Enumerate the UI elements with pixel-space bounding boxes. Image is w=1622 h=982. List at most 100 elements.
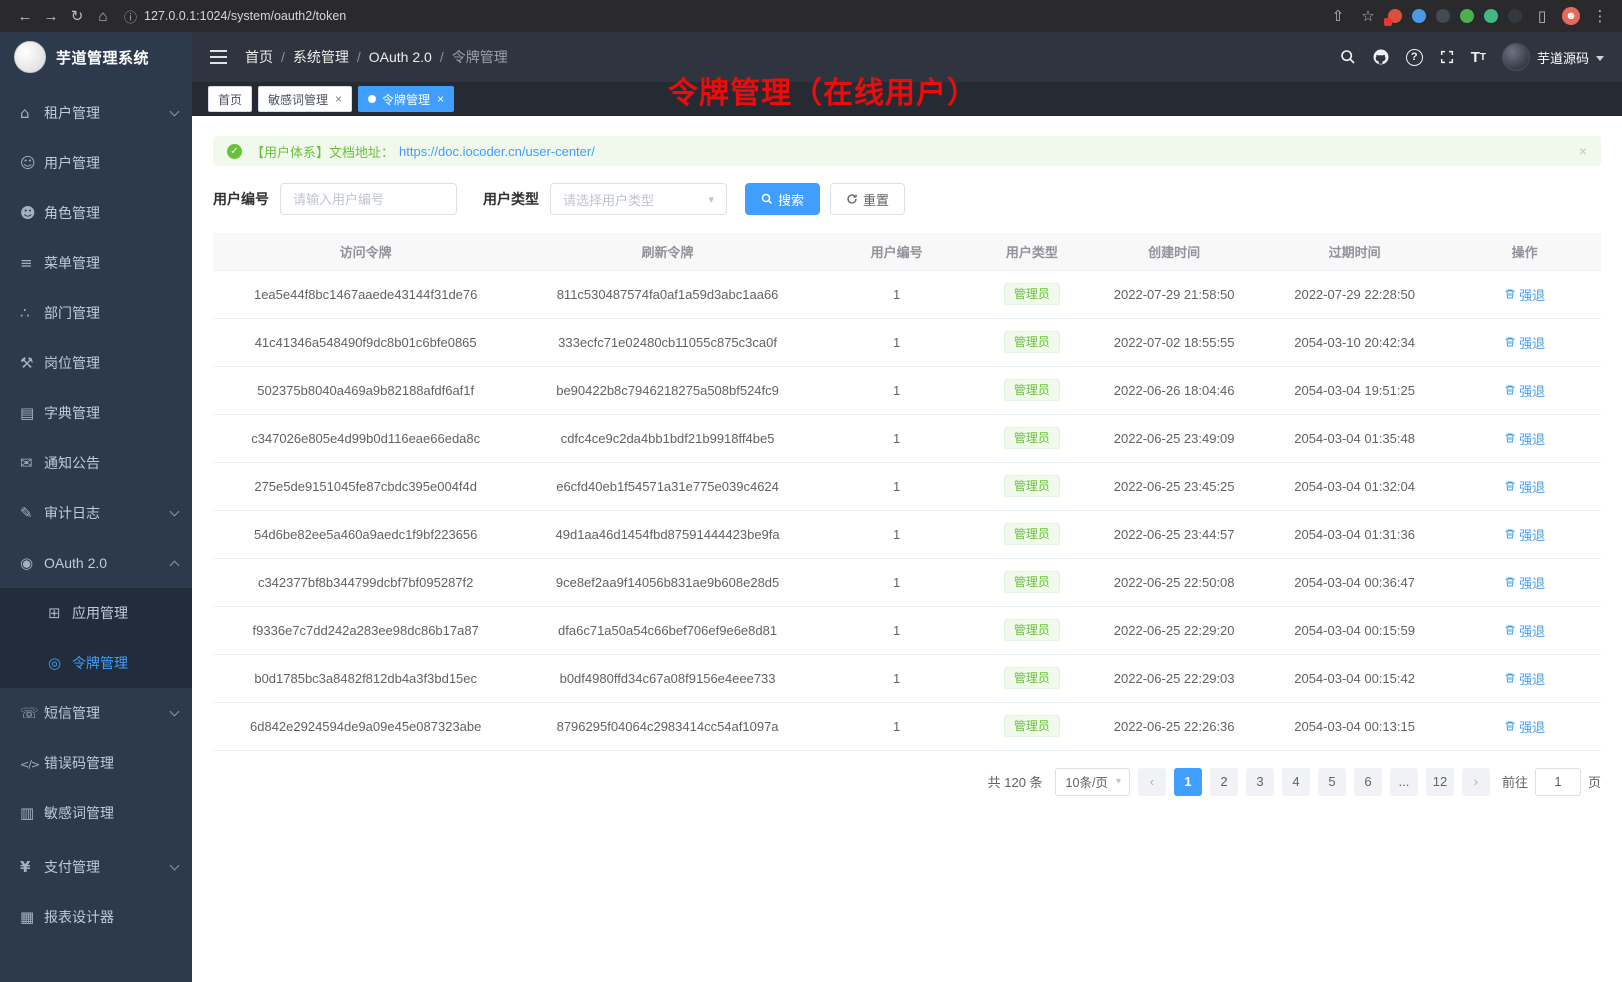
sidebar-item-sms[interactable]: 短信管理 — [0, 688, 192, 738]
sidebar-item-audit-log[interactable]: 审计日志 — [0, 488, 192, 538]
column-access-token: 访问令牌 — [213, 233, 518, 270]
user-id-input[interactable] — [280, 183, 457, 215]
access-token-cell: 502375b8040a469a9b82188afdf6af1f — [213, 366, 518, 414]
breadcrumb-oauth[interactable]: OAuth 2.0 — [369, 49, 432, 65]
force-logout-button[interactable]: 强退 — [1504, 621, 1545, 640]
sidebar-item-label: 通知公告 — [44, 453, 178, 473]
app-management-icon — [48, 604, 72, 622]
force-logout-button[interactable]: 强退 — [1504, 477, 1545, 496]
breadcrumb-home[interactable]: 首页 — [245, 47, 273, 67]
sidebar-item-payment[interactable]: 支付管理 — [0, 842, 192, 892]
browser-profile-avatar[interactable]: ☻ — [1562, 7, 1580, 25]
force-logout-button[interactable]: 强退 — [1504, 285, 1545, 304]
close-icon[interactable]: × — [335, 92, 342, 106]
share-icon[interactable]: ⇧ — [1328, 7, 1348, 25]
more-pages-button[interactable]: ... — [1390, 768, 1418, 796]
page-button[interactable]: 4 — [1282, 768, 1310, 796]
user-type-badge: 管理员 — [1004, 379, 1060, 401]
font-size-icon[interactable]: TT — [1471, 49, 1486, 66]
help-icon[interactable]: ? — [1406, 49, 1423, 66]
force-logout-button[interactable]: 强退 — [1504, 525, 1545, 544]
sidebar-item-role[interactable]: 角色管理 — [0, 188, 192, 238]
page-button[interactable]: 5 — [1318, 768, 1346, 796]
browser-address-bar[interactable]: ⓘ 127.0.0.1:1024/system/oauth2/token — [124, 7, 1328, 26]
sidebar-item-report-designer[interactable]: 报表设计器 — [0, 892, 192, 942]
force-logout-button[interactable]: 强退 — [1504, 669, 1545, 688]
force-logout-button[interactable]: 强退 — [1504, 429, 1545, 448]
sidebar-item-notice[interactable]: 通知公告 — [0, 438, 192, 488]
doc-link[interactable]: https://doc.iocoder.cn/user-center/ — [399, 144, 595, 159]
sidebar-item-dict[interactable]: 字典管理 — [0, 388, 192, 438]
goto-page-input[interactable] — [1535, 768, 1581, 796]
breadcrumb-system[interactable]: 系统管理 — [293, 47, 349, 67]
force-logout-button[interactable]: 强退 — [1504, 717, 1545, 736]
tab-sensitive-word[interactable]: 敏感词管理 × — [258, 86, 352, 112]
force-logout-button[interactable]: 强退 — [1504, 381, 1545, 400]
sidebar-item-app-management[interactable]: 应用管理 — [0, 588, 192, 638]
search-icon[interactable] — [1340, 49, 1356, 65]
github-icon[interactable] — [1372, 48, 1390, 66]
extension-icon[interactable] — [1484, 9, 1498, 23]
search-button[interactable]: 搜索 — [745, 183, 820, 215]
user-type-badge: 管理员 — [1004, 475, 1060, 497]
sidebar-item-dept[interactable]: 部门管理 — [0, 288, 192, 338]
fullscreen-icon[interactable] — [1439, 49, 1455, 65]
sidebar-item-tenant[interactable]: 租户管理 — [0, 88, 192, 138]
close-icon[interactable]: × — [437, 92, 444, 106]
extension-icon[interactable] — [1412, 9, 1426, 23]
browser-forward-button[interactable]: → — [38, 8, 64, 25]
browser-home-button[interactable]: ⌂ — [90, 8, 116, 25]
user-id-cell: 1 — [817, 270, 977, 318]
user-id-cell: 1 — [817, 510, 977, 558]
goto-label: 前往 — [1502, 772, 1528, 791]
site-info-icon[interactable]: ⓘ — [124, 7, 137, 26]
chevron-down-icon — [170, 861, 180, 871]
success-check-icon: ✓ — [227, 144, 242, 159]
expire-time-cell: 2054-03-04 01:32:04 — [1261, 462, 1448, 510]
page-button[interactable]: 6 — [1354, 768, 1382, 796]
tab-label: 首页 — [218, 91, 242, 108]
expire-time-cell: 2054-03-04 00:36:47 — [1261, 558, 1448, 606]
extension-icon[interactable] — [1460, 9, 1474, 23]
extension-badge — [1384, 18, 1392, 26]
extension-icon[interactable] — [1436, 9, 1450, 23]
tab-token-management[interactable]: 令牌管理 × — [358, 86, 454, 112]
sidebar-item-menu[interactable]: 菜单管理 — [0, 238, 192, 288]
page-button[interactable]: 3 — [1246, 768, 1274, 796]
tab-label: 令牌管理 — [382, 91, 430, 108]
user-type-badge: 管理员 — [1004, 283, 1060, 305]
created-time-cell: 2022-06-25 22:29:20 — [1087, 606, 1261, 654]
page-button[interactable]: 1 — [1174, 768, 1202, 796]
app-logo-row[interactable]: 芋道管理系统 — [0, 32, 192, 82]
prev-page-button[interactable]: ‹ — [1138, 768, 1166, 796]
reset-button[interactable]: 重置 — [830, 183, 905, 215]
hamburger-icon[interactable] — [210, 50, 227, 64]
column-user-type: 用户类型 — [976, 233, 1087, 270]
extension-icon[interactable] — [1508, 9, 1522, 23]
tab-home[interactable]: 首页 — [208, 86, 252, 112]
sidebar-item-error-code[interactable]: 错误码管理 — [0, 738, 192, 788]
force-logout-button[interactable]: 强退 — [1504, 333, 1545, 352]
bookmark-star-icon[interactable]: ☆ — [1358, 7, 1378, 25]
sidebar-item-token-management[interactable]: 令牌管理 — [0, 638, 192, 688]
browser-reload-button[interactable]: ↻ — [64, 7, 90, 25]
sidebar-item-post[interactable]: 岗位管理 — [0, 338, 192, 388]
refresh-token-cell: dfa6c71a50a54c66bef706ef9e6e8d81 — [518, 606, 816, 654]
page-button[interactable]: 2 — [1210, 768, 1238, 796]
browser-back-button[interactable]: ← — [12, 8, 38, 25]
sidebar-item-user[interactable]: 用户管理 — [0, 138, 192, 188]
page-button[interactable]: 12 — [1426, 768, 1454, 796]
sidebar: 芋道管理系统 租户管理 用户管理 角色管理 菜单管理 部门管理 — [0, 32, 192, 982]
user-menu[interactable]: 芋道源码 — [1502, 43, 1604, 71]
page-size-select[interactable]: 10条/页 ▾ — [1055, 768, 1130, 796]
sidebar-item-sensitive-word[interactable]: 敏感词管理 — [0, 788, 192, 838]
alert-close-icon[interactable]: × — [1579, 143, 1587, 159]
force-logout-button[interactable]: 强退 — [1504, 573, 1545, 592]
sidebar-item-oauth[interactable]: OAuth 2.0 — [0, 538, 192, 588]
browser-split-icon[interactable]: ▯ — [1532, 7, 1552, 25]
browser-menu-icon[interactable]: ⋮ — [1590, 7, 1610, 25]
force-logout-label: 强退 — [1519, 525, 1545, 544]
user-type-select[interactable]: 请选择用户类型 ▾ — [550, 183, 727, 215]
extension-icon[interactable] — [1388, 9, 1402, 23]
next-page-button[interactable]: › — [1462, 768, 1490, 796]
